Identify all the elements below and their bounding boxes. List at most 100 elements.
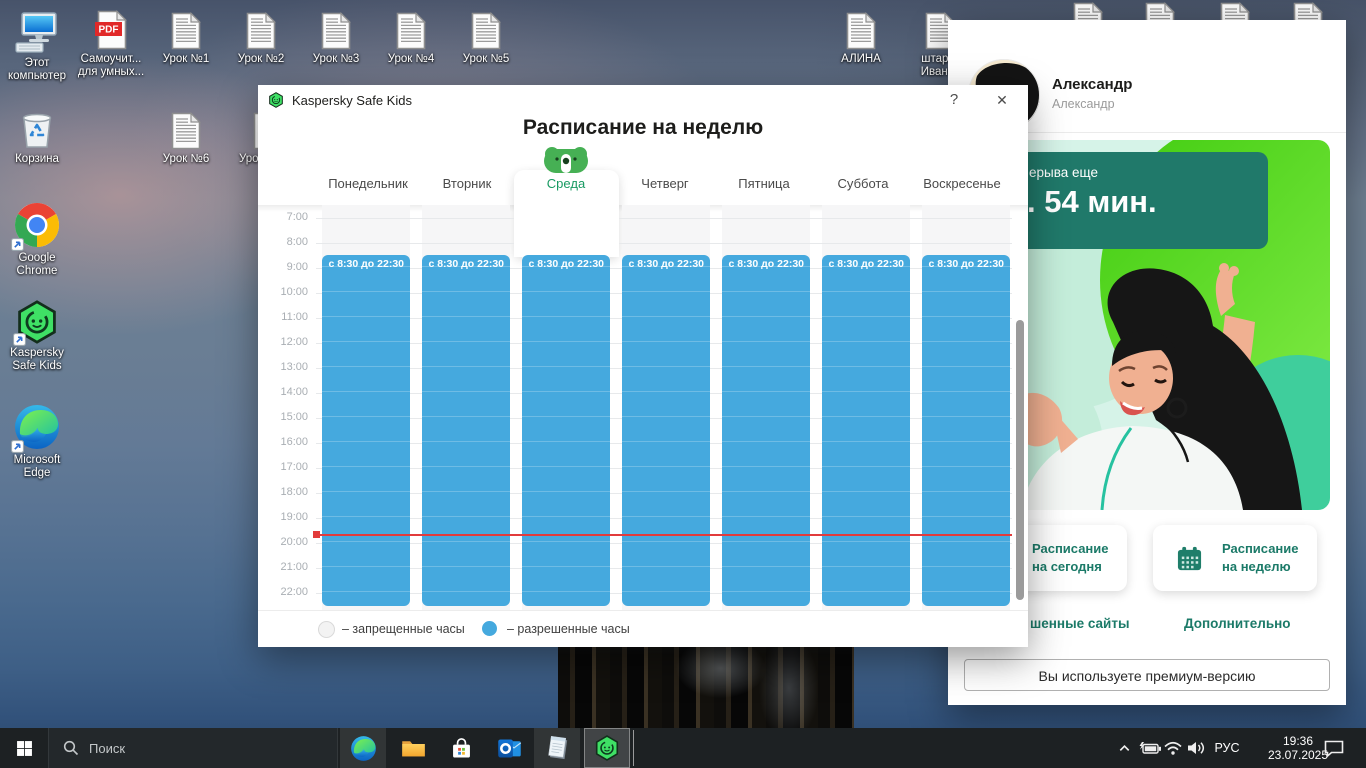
legend: – запрещенные часы – разрешенные часы xyxy=(258,610,1028,647)
taskbar-search[interactable]: Поиск xyxy=(48,728,338,768)
card-line: Расписание xyxy=(1222,540,1299,558)
allowed-hours-bar-monday[interactable]: с 8:30 до 22:30 xyxy=(322,255,410,606)
desktop-icon-kaspersky-safe-kids[interactable]: Kaspersky Safe Kids xyxy=(1,300,73,373)
banner-caption: ерыва еще xyxy=(1029,165,1098,180)
shortcut-arrow-icon xyxy=(11,238,24,251)
hour-labels: 7:008:00 9:0010:00 11:0012:00 13:0014:00… xyxy=(268,205,314,605)
desktop-icon-urok-5[interactable]: Урок №5 xyxy=(450,12,522,66)
tray-volume[interactable] xyxy=(1183,728,1209,768)
allowed-sites-link[interactable]: шенные сайты xyxy=(1030,616,1129,631)
premium-version-button[interactable]: Вы используете премиум-версию xyxy=(964,659,1330,691)
desktop-icon-recycle-bin[interactable]: Корзина xyxy=(1,108,73,166)
help-button[interactable]: ? xyxy=(944,90,964,110)
current-time-line xyxy=(315,534,1012,536)
document-icon xyxy=(246,12,276,50)
allowed-hours-bar-thursday[interactable]: с 8:30 до 22:30 xyxy=(622,255,710,606)
taskbar-app-microsoft-store[interactable] xyxy=(438,728,484,768)
wifi-icon xyxy=(1163,740,1183,756)
taskbar-separator xyxy=(633,730,634,766)
desktop-icon-pdf-book[interactable]: Самоучит... для умных... xyxy=(75,10,147,79)
card-line: Расписание xyxy=(1032,540,1109,558)
chevron-up-icon xyxy=(1117,741,1132,756)
selected-day-card-overlay xyxy=(514,205,619,257)
desktop-icon-urok-3[interactable]: Урок №3 xyxy=(300,12,372,66)
desktop-icon-urok-1[interactable]: Урок №1 xyxy=(150,12,222,66)
tray-action-center[interactable] xyxy=(1316,728,1352,768)
desktop-icon-urok-6[interactable]: Урок №6 xyxy=(150,112,222,166)
desktop-icon-this-pc[interactable]: Этот компьютер xyxy=(1,12,73,83)
clock-time: 19:36 xyxy=(1283,734,1313,748)
shortcut-arrow-icon xyxy=(11,440,24,453)
desktop-icon-label: Корзина xyxy=(15,153,59,166)
desktop-icon-label: Урок №4 xyxy=(388,53,435,66)
page-title: Расписание на неделю xyxy=(258,116,1028,140)
taskbar-app-kaspersky-safe-kids[interactable] xyxy=(584,728,630,768)
more-link[interactable]: Дополнительно xyxy=(1184,616,1291,631)
windows-logo-icon xyxy=(16,740,33,757)
search-icon xyxy=(63,740,79,756)
tab-tuesday[interactable]: Вторник xyxy=(412,176,522,191)
close-button[interactable]: ✕ xyxy=(992,90,1012,110)
document-icon xyxy=(171,12,201,50)
document-icon xyxy=(321,12,351,50)
taskbar-app-edge[interactable] xyxy=(340,728,386,768)
desktop-icon-google-chrome[interactable]: Google Chrome xyxy=(1,201,73,278)
desktop-icon-label: Урок №6 xyxy=(163,153,210,166)
document-icon xyxy=(171,112,201,150)
vertical-scrollbar[interactable] xyxy=(1016,320,1024,600)
allowed-hours-bar-wednesday[interactable]: с 8:30 до 22:30 xyxy=(522,255,610,606)
allowed-hours-bar-tuesday[interactable]: с 8:30 до 22:30 xyxy=(422,255,510,606)
desktop-icon-label: Уро xyxy=(239,153,259,166)
edge-icon xyxy=(350,735,377,762)
allowed-hours-swatch xyxy=(482,621,497,636)
current-time-marker xyxy=(313,531,320,538)
desktop-icon-microsoft-edge[interactable]: Microsoft Edge xyxy=(1,403,73,480)
schedule-window: Kaspersky Safe Kids ? ✕ Расписание на не… xyxy=(258,85,1028,647)
profile-subname: Александр xyxy=(1052,97,1115,111)
desktop-icon-alina[interactable]: АЛИНА xyxy=(825,12,897,66)
desktop-icon-label: АЛИНА xyxy=(841,53,881,66)
tab-wednesday[interactable]: Среда xyxy=(511,176,621,191)
forbidden-hours-swatch xyxy=(318,621,335,638)
allowed-hours-bar-saturday[interactable]: с 8:30 до 22:30 xyxy=(822,255,910,606)
tab-thursday[interactable]: Четверг xyxy=(610,176,720,191)
kaspersky-safe-kids-icon xyxy=(594,735,620,761)
desktop-icon-urok-2[interactable]: Урок №2 xyxy=(225,12,297,66)
battery-icon xyxy=(1136,741,1162,755)
tab-monday[interactable]: Понедельник xyxy=(313,176,423,191)
desktop-icon-urok-4[interactable]: Урок №4 xyxy=(375,12,447,66)
forbidden-hours-label: – запрещенные часы xyxy=(342,622,465,636)
calendar-icon xyxy=(1176,545,1203,572)
allowed-hours-bar-friday[interactable]: с 8:30 до 22:30 xyxy=(722,255,810,606)
desktop-icon-label: Microsoft Edge xyxy=(1,454,73,480)
document-icon xyxy=(846,12,876,50)
desktop-icon-label: Этот компьютер xyxy=(1,57,73,83)
desktop-icon-label: Урок №2 xyxy=(238,53,285,66)
computer-icon xyxy=(14,12,60,54)
window-title: Kaspersky Safe Kids xyxy=(292,93,412,108)
desktop-icon-label: Урок №3 xyxy=(313,53,360,66)
allowed-hours-bar-sunday[interactable]: с 8:30 до 22:30 xyxy=(922,255,1010,606)
tray-language[interactable]: РУС xyxy=(1209,728,1245,768)
start-button[interactable] xyxy=(0,728,48,768)
document-icon xyxy=(396,12,426,50)
taskbar: Поиск РУС 19:36 23.07.2025 xyxy=(0,728,1366,768)
taskbar-app-file-explorer[interactable] xyxy=(390,728,436,768)
kaspersky-safe-kids-icon xyxy=(268,92,284,108)
volume-icon xyxy=(1186,740,1206,756)
recycle-bin-icon xyxy=(20,108,54,150)
file-explorer-icon xyxy=(400,735,427,762)
tab-friday[interactable]: Пятница xyxy=(709,176,819,191)
schedule-week-card[interactable]: Расписание на неделю xyxy=(1153,525,1317,591)
taskbar-app-notepad[interactable] xyxy=(534,728,580,768)
shortcut-arrow-icon xyxy=(13,333,26,346)
card-line: на сегодня xyxy=(1032,558,1109,576)
desktop-icon-label: Урок №1 xyxy=(163,53,210,66)
tab-sunday[interactable]: Воскресенье xyxy=(907,176,1017,191)
desktop-icon-label: Урок №5 xyxy=(463,53,510,66)
tab-saturday[interactable]: Суббота xyxy=(808,176,918,191)
taskbar-app-outlook[interactable] xyxy=(486,728,532,768)
desktop-icon-label: Самоучит... для умных... xyxy=(75,53,147,79)
bear-mascot-icon xyxy=(542,145,590,173)
card-line: на неделю xyxy=(1222,558,1299,576)
